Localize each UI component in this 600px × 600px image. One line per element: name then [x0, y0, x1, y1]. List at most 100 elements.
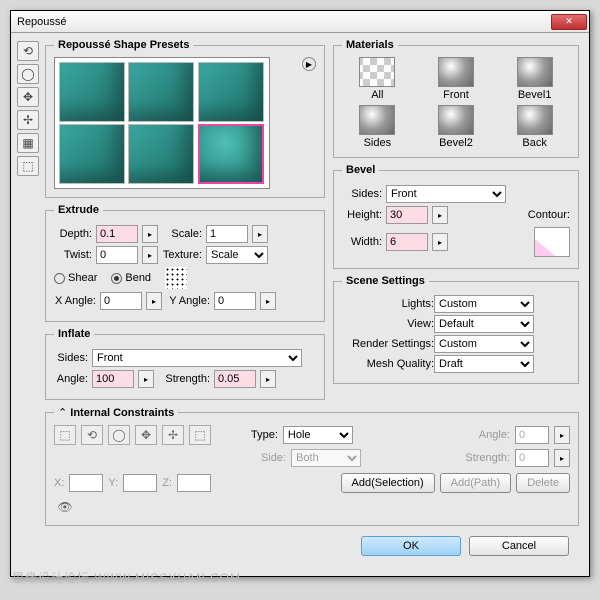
- bevel-width-input[interactable]: [386, 233, 428, 251]
- preset-3[interactable]: [198, 62, 264, 122]
- bevel-legend: Bevel: [342, 164, 379, 176]
- tool-cube-icon[interactable]: ⬚: [17, 156, 39, 176]
- tool-rotate-icon[interactable]: ⟲: [17, 41, 39, 61]
- twist-stepper[interactable]: ▸: [142, 246, 158, 264]
- bevel-height-input[interactable]: [386, 206, 428, 224]
- inflate-angle-input[interactable]: [92, 370, 134, 388]
- ic-angle-stepper: ▸: [554, 426, 570, 444]
- ic-tool-6-icon[interactable]: ⬚: [189, 425, 211, 445]
- ic-tool-4-icon[interactable]: ✥: [135, 425, 157, 445]
- add-selection-button[interactable]: Add(Selection): [341, 473, 435, 493]
- sphere-icon: [438, 57, 474, 87]
- ic-legend: ⌃ Internal Constraints: [54, 406, 178, 419]
- close-button[interactable]: ✕: [551, 14, 587, 30]
- tool-move2-icon[interactable]: ✢: [17, 110, 39, 130]
- ic-tool-2-icon[interactable]: ⟲: [81, 425, 103, 445]
- tool-grid-icon[interactable]: ▦: [17, 133, 39, 153]
- yangle-label: Y Angle:: [166, 295, 210, 307]
- preset-1[interactable]: [59, 62, 125, 122]
- contour-picker[interactable]: [534, 227, 570, 257]
- bevel-height-label: Height:: [342, 209, 382, 221]
- bevel-fieldset: Bevel Sides: Front Height: ▸ Contour:: [333, 164, 579, 269]
- delete-button[interactable]: Delete: [516, 473, 570, 493]
- ic-x-label: X:: [54, 477, 64, 489]
- texture-select[interactable]: Scale: [206, 246, 268, 264]
- extrude-legend: Extrude: [54, 204, 103, 216]
- preset-2[interactable]: [128, 62, 194, 122]
- presets-flyout-icon[interactable]: ▶: [302, 57, 316, 71]
- material-sides[interactable]: Sides: [342, 105, 413, 149]
- depth-stepper[interactable]: ▸: [142, 225, 158, 243]
- inflate-angle-stepper[interactable]: ▸: [138, 370, 154, 388]
- sphere-icon: [517, 57, 553, 87]
- internal-constraints-fieldset: ⌃ Internal Constraints ⬚ ⟲ ◯ ✥ ✢ ⬚ Type:…: [45, 406, 579, 526]
- preset-6-selected[interactable]: [198, 124, 264, 184]
- tool-orbit-icon[interactable]: ◯: [17, 64, 39, 84]
- bevel-sides-label: Sides:: [342, 188, 382, 200]
- view-label: View:: [342, 318, 434, 330]
- ic-tool-1-icon[interactable]: ⬚: [54, 425, 76, 445]
- bend-radio[interactable]: Bend: [111, 272, 151, 284]
- ic-y-label: Y:: [108, 477, 118, 489]
- inflate-sides-select[interactable]: Front: [92, 349, 302, 367]
- ic-y-input: [123, 474, 157, 492]
- yangle-stepper[interactable]: ▸: [260, 292, 276, 310]
- ic-angle-label: Angle:: [479, 429, 510, 441]
- material-all[interactable]: All: [342, 57, 413, 101]
- ic-type-select[interactable]: Hole: [283, 426, 353, 444]
- twist-label: Twist:: [54, 249, 92, 261]
- inflate-sides-label: Sides:: [54, 352, 88, 364]
- ic-tool-5-icon[interactable]: ✢: [162, 425, 184, 445]
- eye-icon[interactable]: 👁: [54, 497, 76, 517]
- materials-fieldset: Materials All Front Bevel1 Sides Bevel2 …: [333, 39, 579, 158]
- scale-input[interactable]: [206, 225, 248, 243]
- ic-z-input: [177, 474, 211, 492]
- bevel-width-stepper[interactable]: ▸: [432, 233, 448, 251]
- ic-strength-stepper: ▸: [554, 449, 570, 467]
- preset-5[interactable]: [128, 124, 194, 184]
- presets-legend: Repoussé Shape Presets: [54, 39, 193, 51]
- preset-4[interactable]: [59, 124, 125, 184]
- titlebar[interactable]: Repoussé ✕: [11, 11, 589, 33]
- bevel-width-label: Width:: [342, 236, 382, 248]
- material-bevel1[interactable]: Bevel1: [499, 57, 570, 101]
- bevel-sides-select[interactable]: Front: [386, 185, 506, 203]
- scale-stepper[interactable]: ▸: [252, 225, 268, 243]
- xangle-input[interactable]: [100, 292, 142, 310]
- depth-input[interactable]: [96, 225, 138, 243]
- tool-column: ⟲ ◯ ✥ ✢ ▦ ⬚: [17, 39, 39, 566]
- twist-input[interactable]: [96, 246, 138, 264]
- inflate-fieldset: Inflate Sides: Front Angle: ▸ Strength: …: [45, 328, 325, 400]
- inflate-angle-label: Angle:: [54, 373, 88, 385]
- xangle-stepper[interactable]: ▸: [146, 292, 162, 310]
- presets-fieldset: Repoussé Shape Presets ▶: [45, 39, 325, 198]
- contour-label: Contour:: [528, 209, 570, 221]
- ic-strength-label: Strength:: [465, 452, 510, 464]
- material-back[interactable]: Back: [499, 105, 570, 149]
- sphere-icon: [438, 105, 474, 135]
- sphere-icon: [359, 105, 395, 135]
- render-label: Render Settings:: [342, 338, 434, 350]
- inflate-strength-input[interactable]: [214, 370, 256, 388]
- shear-radio[interactable]: Shear: [54, 272, 97, 284]
- ic-z-label: Z:: [162, 477, 172, 489]
- yangle-input[interactable]: [214, 292, 256, 310]
- mesh-select[interactable]: Draft: [434, 355, 534, 373]
- material-front[interactable]: Front: [421, 57, 492, 101]
- texture-label: Texture:: [162, 249, 202, 261]
- bevel-height-stepper[interactable]: ▸: [432, 206, 448, 224]
- window-title: Repoussé: [17, 16, 551, 28]
- inflate-strength-stepper[interactable]: ▸: [260, 370, 276, 388]
- add-path-button[interactable]: Add(Path): [440, 473, 512, 493]
- ic-tool-3-icon[interactable]: ◯: [108, 425, 130, 445]
- render-select[interactable]: Custom: [434, 335, 534, 353]
- ic-side-select: Both: [291, 449, 361, 467]
- depth-label: Depth:: [54, 228, 92, 240]
- ok-button[interactable]: OK: [361, 536, 461, 556]
- cancel-button[interactable]: Cancel: [469, 536, 569, 556]
- tool-move-icon[interactable]: ✥: [17, 87, 39, 107]
- view-select[interactable]: Default: [434, 315, 534, 333]
- lights-select[interactable]: Custom: [434, 295, 534, 313]
- material-bevel2[interactable]: Bevel2: [421, 105, 492, 149]
- pattern-icon[interactable]: [165, 267, 187, 289]
